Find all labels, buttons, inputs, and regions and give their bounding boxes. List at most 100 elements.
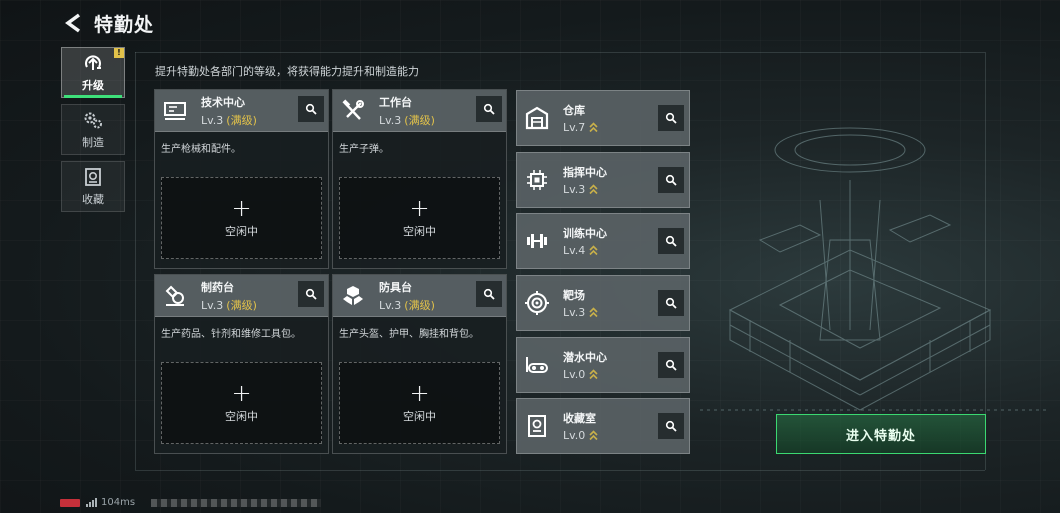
training-center-icon xyxy=(523,227,551,255)
plus-icon: + xyxy=(409,194,430,222)
facility-collection-room[interactable]: 收藏室 Lv.0 xyxy=(516,398,690,454)
department-name: 工作台 xyxy=(379,95,412,109)
frame-line-left xyxy=(135,52,136,470)
back-arrow-icon xyxy=(65,13,81,33)
department-description: 生产药品、针剂和维修工具包。 xyxy=(161,329,301,340)
facility-level: Lv.3 xyxy=(563,183,586,196)
facility-level: Lv.0 xyxy=(563,368,586,381)
card-header: 制药台 Lv.3 (满级) xyxy=(155,275,328,317)
production-slot[interactable]: + 空闲中 xyxy=(339,362,500,444)
department-level: Lv.3 xyxy=(201,298,224,312)
production-slot[interactable]: + 空闲中 xyxy=(339,177,500,259)
inspect-button[interactable] xyxy=(658,290,684,316)
search-icon xyxy=(665,235,677,247)
shooting-range-icon xyxy=(523,289,551,317)
facility-warehouse[interactable]: 仓库 Lv.7 xyxy=(516,90,690,146)
facility-name: 训练中心 xyxy=(563,227,607,240)
search-icon xyxy=(665,297,677,309)
plus-icon: + xyxy=(409,379,430,407)
warehouse-icon xyxy=(523,104,551,132)
production-slot[interactable]: + 空闲中 xyxy=(161,177,322,259)
page-title: 特勤处 xyxy=(94,13,155,36)
department-card-tech-center[interactable]: 技术中心 Lv.3 (满级) 生产枪械和配件。 + 空闲中 xyxy=(154,89,329,269)
upgrade-arrow-icon xyxy=(589,245,598,256)
status-bar: 104ms xyxy=(60,497,322,508)
department-card-armor-bench[interactable]: 防具台 Lv.3 (满级) 生产头盔、护甲、胸挂和背包。 + 空闲中 xyxy=(332,274,507,454)
department-card-pharmacy[interactable]: 制药台 Lv.3 (满级) 生产药品、针剂和维修工具包。 + 空闲中 xyxy=(154,274,329,454)
ping-value: 104ms xyxy=(101,497,136,508)
department-level: Lv.3 xyxy=(379,113,402,127)
plus-icon: + xyxy=(231,194,252,222)
tab-label: 升级 xyxy=(82,78,104,92)
upgrade-arrow-icon xyxy=(589,122,598,133)
search-icon xyxy=(305,103,317,115)
frame-line-right xyxy=(985,52,986,470)
slot-status: 空闲中 xyxy=(225,225,258,238)
tech-center-icon xyxy=(162,98,188,124)
department-name: 制药台 xyxy=(201,280,234,294)
max-level-label: (满级) xyxy=(404,113,435,127)
tab-collection[interactable]: 收藏 xyxy=(61,161,125,212)
battery-icon xyxy=(60,498,80,507)
tab-label: 制造 xyxy=(82,135,104,149)
diving-center-icon xyxy=(523,351,551,379)
inspect-button[interactable] xyxy=(476,96,502,122)
upgrade-icon xyxy=(85,54,101,70)
inspect-button[interactable] xyxy=(476,281,502,307)
facility-name: 靶场 xyxy=(563,289,585,302)
slot-status: 空闲中 xyxy=(403,410,436,423)
obscured-user-id xyxy=(151,498,322,507)
production-slot[interactable]: + 空闲中 xyxy=(161,362,322,444)
facility-training-center[interactable]: 训练中心 Lv.4 xyxy=(516,213,690,269)
upgrade-arrow-icon xyxy=(589,184,598,195)
signal-icon xyxy=(86,498,97,507)
facility-shooting-range[interactable]: 靶场 Lv.3 xyxy=(516,275,690,331)
inspect-button[interactable] xyxy=(658,105,684,131)
department-level: Lv.3 xyxy=(201,113,224,127)
department-level: Lv.3 xyxy=(379,298,402,312)
tab-badge: ! xyxy=(114,48,124,58)
plus-icon: + xyxy=(231,379,252,407)
upgrade-hint: 提升特勤处各部门的等级，将获得能力提升和制造能力 xyxy=(155,65,419,78)
facility-name: 潜水中心 xyxy=(563,351,607,364)
back-button[interactable] xyxy=(62,9,84,37)
department-description: 生产头盔、护甲、胸挂和背包。 xyxy=(339,329,479,340)
tab-manufacture[interactable]: 制造 xyxy=(61,104,125,155)
search-icon xyxy=(483,103,495,115)
search-icon xyxy=(665,174,677,186)
collection-icon xyxy=(85,167,101,186)
inspect-button[interactable] xyxy=(298,96,324,122)
header: 特勤处 xyxy=(62,8,154,38)
enter-special-ops-button[interactable]: 进入特勤处 xyxy=(776,414,986,454)
max-level-label: (满级) xyxy=(226,113,257,127)
armor-bench-icon xyxy=(340,283,366,309)
command-center-icon xyxy=(523,166,551,194)
frame-line-top xyxy=(135,52,985,53)
facility-name: 仓库 xyxy=(563,104,585,117)
inspect-button[interactable] xyxy=(658,167,684,193)
search-icon xyxy=(305,288,317,300)
slot-status: 空闲中 xyxy=(403,225,436,238)
facility-name: 收藏室 xyxy=(563,412,596,425)
gears-icon xyxy=(84,112,102,128)
inspect-button[interactable] xyxy=(658,352,684,378)
collection-room-icon xyxy=(523,412,551,440)
inspect-button[interactable] xyxy=(658,228,684,254)
inspect-button[interactable] xyxy=(658,413,684,439)
facility-level: Lv.7 xyxy=(563,121,586,134)
search-icon xyxy=(665,112,677,124)
inspect-button[interactable] xyxy=(298,281,324,307)
card-header: 工作台 Lv.3 (满级) xyxy=(333,90,506,132)
department-description: 生产枪械和配件。 xyxy=(161,144,241,155)
facility-diving-center[interactable]: 潜水中心 Lv.0 xyxy=(516,337,690,393)
tab-upgrade[interactable]: ! 升级 xyxy=(61,47,125,98)
upgrade-arrow-icon xyxy=(589,430,598,441)
search-icon xyxy=(483,288,495,300)
department-card-workbench[interactable]: 工作台 Lv.3 (满级) 生产子弹。 + 空闲中 xyxy=(332,89,507,269)
slot-status: 空闲中 xyxy=(225,410,258,423)
facility-command-center[interactable]: 指挥中心 Lv.3 xyxy=(516,152,690,208)
card-header: 技术中心 Lv.3 (满级) xyxy=(155,90,328,132)
side-tabs: ! 升级 制造 收藏 xyxy=(61,47,126,218)
search-icon xyxy=(665,359,677,371)
upgrade-arrow-icon xyxy=(589,369,598,380)
